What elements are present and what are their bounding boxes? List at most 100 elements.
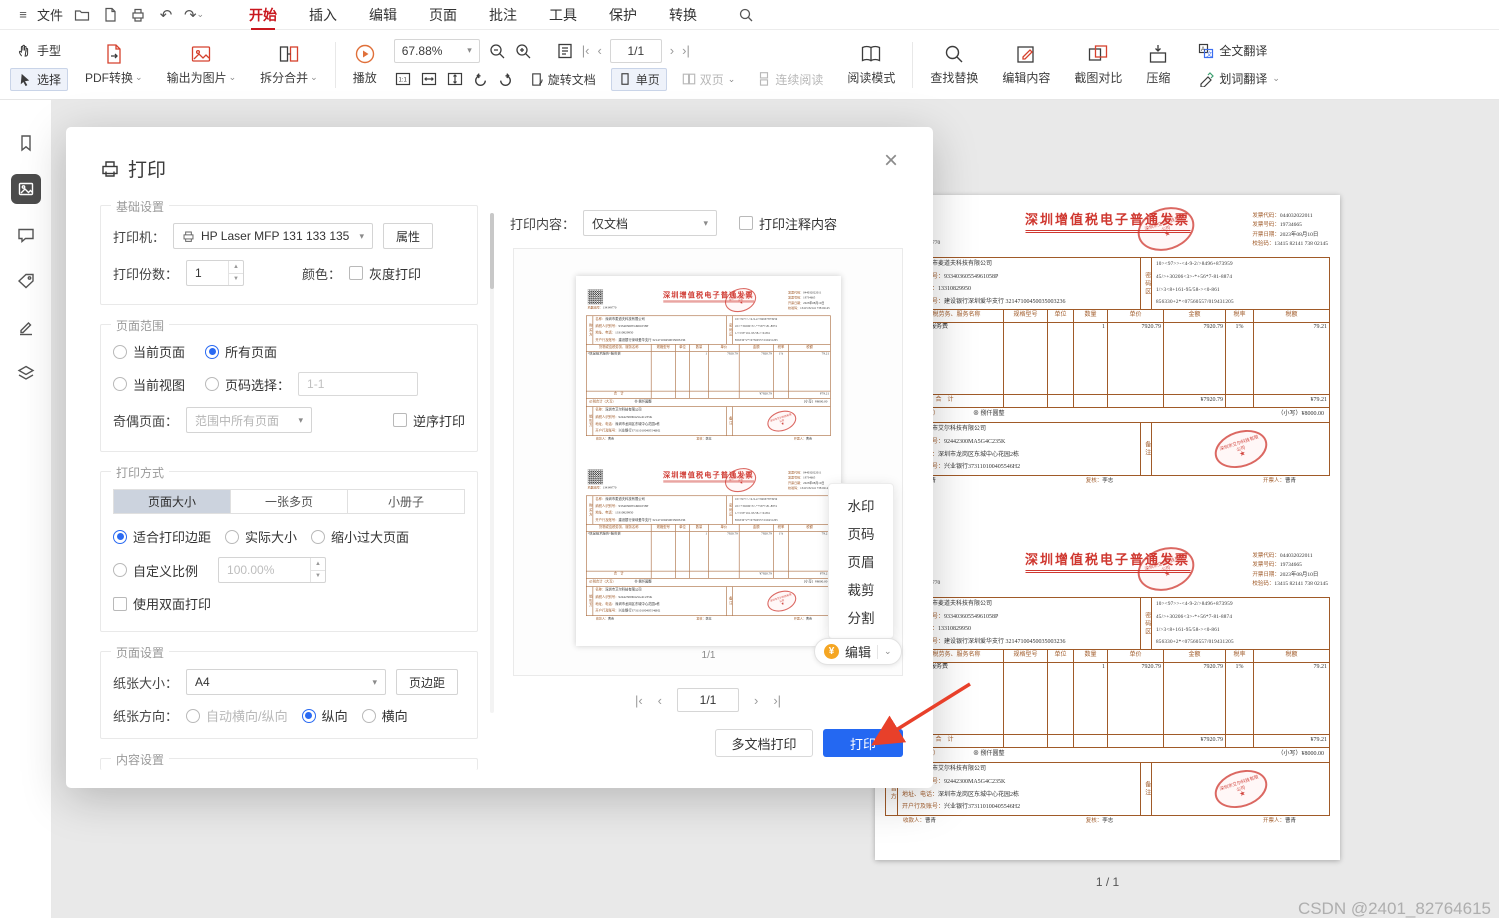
word-translate-button[interactable]: 划词翻译 ⌄ bbox=[1191, 67, 1287, 90]
page-select-radio[interactable] bbox=[205, 377, 220, 391]
prev-page-icon[interactable]: ‹ bbox=[658, 693, 662, 708]
print-content-select[interactable]: 仅文档 ▾ bbox=[583, 210, 718, 236]
rotate-document-button[interactable]: 旋转文档 bbox=[522, 68, 603, 91]
page-number-tool[interactable]: 页码 bbox=[829, 519, 893, 547]
next-page-icon[interactable]: › bbox=[670, 43, 674, 58]
sidebar-item-thumbnails[interactable] bbox=[10, 174, 41, 204]
spinner-arrows[interactable]: ▲ ▼ bbox=[228, 261, 244, 285]
scrollbar-thumb[interactable] bbox=[490, 213, 494, 289]
edit-content-button[interactable]: 编辑内容 bbox=[995, 43, 1057, 86]
screenshot-compare-button[interactable]: 截图对比 bbox=[1067, 43, 1129, 86]
fit-margin-radio[interactable] bbox=[113, 529, 127, 544]
auto-orientation-radio[interactable] bbox=[186, 708, 201, 723]
reverse-order-checkbox[interactable] bbox=[392, 413, 407, 427]
quick-print-icon[interactable] bbox=[129, 6, 147, 24]
sidebar-item-comments[interactable] bbox=[11, 220, 41, 250]
print-annotations-checkbox[interactable] bbox=[739, 216, 754, 230]
tab-annotate[interactable]: 批注 bbox=[489, 0, 517, 30]
edit-button[interactable]: ¥ 编辑 ⌄ bbox=[814, 638, 902, 665]
custom-scale-radio[interactable] bbox=[113, 563, 127, 577]
undo-icon[interactable]: ↶ bbox=[157, 6, 175, 24]
tab-edit[interactable]: 编辑 bbox=[369, 0, 397, 30]
tab-tools[interactable]: 工具 bbox=[549, 0, 577, 30]
actual-size-icon[interactable]: 1:1 bbox=[394, 70, 412, 88]
tab-multiple-per-sheet[interactable]: 一张多页 bbox=[231, 490, 348, 513]
odd-even-select[interactable]: 范围中所有页面 ▾ bbox=[186, 407, 313, 433]
tab-page-size[interactable]: 页面大小 bbox=[114, 490, 231, 513]
export-image-button[interactable]: 输出为图片 ⌄ bbox=[160, 43, 244, 86]
continuous-read-button[interactable]: 连续阅读 bbox=[750, 68, 830, 91]
select-tool-button[interactable]: 选择 bbox=[10, 67, 69, 91]
landscape-radio[interactable] bbox=[361, 708, 376, 723]
single-page-button[interactable]: 单页 bbox=[610, 67, 667, 91]
rotate-right-icon[interactable] bbox=[497, 71, 514, 88]
tab-booklet[interactable]: 小册子 bbox=[348, 490, 464, 513]
double-page-button[interactable]: 双页 ⌄ bbox=[675, 68, 743, 91]
copies-label: 打印份数： bbox=[113, 266, 179, 282]
split-tool[interactable]: 分割 bbox=[829, 603, 893, 631]
close-icon[interactable]: × bbox=[877, 147, 905, 175]
rotate-left-icon[interactable] bbox=[472, 71, 489, 88]
spinner-arrows[interactable]: ▲ ▼ bbox=[310, 558, 326, 582]
page-jump-icon[interactable] bbox=[556, 42, 574, 60]
sidebar-item-layers[interactable] bbox=[11, 358, 41, 388]
search-icon[interactable] bbox=[737, 6, 755, 24]
tab-convert[interactable]: 转换 bbox=[669, 0, 697, 30]
grayscale-checkbox[interactable] bbox=[349, 266, 364, 280]
duplex-checkbox[interactable] bbox=[113, 596, 127, 611]
split-merge-button[interactable]: 拆分合并 ⌄ bbox=[253, 43, 325, 86]
prev-page-icon[interactable]: ‹ bbox=[597, 43, 601, 58]
hand-tool-button[interactable]: 手型 bbox=[10, 39, 68, 62]
printer-properties-button[interactable]: 属性 bbox=[383, 223, 434, 249]
preview-page-input[interactable]: 1/1 bbox=[677, 688, 739, 712]
save-document-icon[interactable] bbox=[101, 6, 119, 24]
header-tool[interactable]: 页眉 bbox=[829, 547, 893, 575]
first-page-icon[interactable]: |‹ bbox=[635, 693, 643, 708]
last-page-icon[interactable]: ›| bbox=[682, 43, 690, 58]
file-menu[interactable]: ≡ 文件 bbox=[14, 5, 63, 24]
page-range-input[interactable]: 1-1 bbox=[298, 372, 419, 396]
redo-icon[interactable]: ↷ ⌄ bbox=[184, 6, 204, 24]
compress-button[interactable]: 压缩 bbox=[1139, 43, 1177, 86]
custom-scale-input[interactable]: 100.00% ▲ ▼ bbox=[218, 557, 327, 583]
pdf-convert-button[interactable]: PDF转换 ⌄ bbox=[78, 43, 150, 86]
page-margins-button[interactable]: 页边距 bbox=[396, 669, 459, 695]
tab-home[interactable]: 开始 bbox=[249, 0, 277, 30]
page-number-input[interactable]: 1/1 bbox=[609, 38, 662, 63]
last-page-icon[interactable]: ›| bbox=[773, 693, 781, 708]
sidebar-item-attachments[interactable] bbox=[11, 266, 41, 296]
portrait-radio[interactable] bbox=[301, 708, 316, 723]
first-page-icon[interactable]: |‹ bbox=[582, 43, 590, 58]
crop-tool[interactable]: 裁剪 bbox=[829, 575, 893, 603]
play-button[interactable]: 播放 bbox=[346, 43, 384, 86]
zoom-out-icon[interactable] bbox=[488, 42, 506, 60]
tab-insert[interactable]: 插入 bbox=[309, 0, 337, 30]
zoom-in-icon[interactable] bbox=[514, 42, 532, 60]
sidebar-item-bookmarks[interactable] bbox=[11, 128, 41, 158]
fit-width-icon[interactable] bbox=[420, 70, 438, 88]
sidebar-item-signature[interactable] bbox=[11, 312, 41, 342]
printer-select[interactable]: HP Laser MFP 131 133 135 ▾ bbox=[173, 223, 374, 249]
shrink-oversized-radio[interactable] bbox=[311, 529, 326, 544]
settings-scrollbar[interactable] bbox=[490, 213, 494, 713]
tab-protect[interactable]: 保护 bbox=[609, 0, 637, 30]
read-mode-button[interactable]: 阅读模式 bbox=[840, 43, 902, 86]
tab-page[interactable]: 页面 bbox=[429, 0, 457, 30]
zoom-select[interactable]: 67.88% ▾ bbox=[393, 38, 480, 63]
actual-size-radio[interactable] bbox=[225, 529, 240, 544]
fit-page-icon[interactable] bbox=[446, 70, 464, 88]
open-folder-icon[interactable] bbox=[73, 6, 91, 24]
watermark-tool[interactable]: 水印 bbox=[829, 491, 893, 519]
print-button[interactable]: 打印 bbox=[823, 729, 903, 757]
copies-input[interactable]: 1 ▲ ▼ bbox=[186, 260, 245, 286]
find-replace-button[interactable]: 查找替换 bbox=[923, 43, 985, 86]
current-page-radio[interactable] bbox=[113, 344, 127, 359]
current-view-radio[interactable] bbox=[113, 377, 127, 391]
next-page-icon[interactable]: › bbox=[754, 693, 758, 708]
invoice-password-area: 10><97>>-<4-9-2/>8496+873959 45/>+30206<… bbox=[1156, 261, 1234, 306]
multi-document-print-button[interactable]: 多文档打印 bbox=[715, 729, 813, 757]
full-translate-button[interactable]: A文 全文翻译 bbox=[1191, 39, 1287, 62]
all-pages-radio[interactable] bbox=[205, 344, 220, 359]
paper-size-select[interactable]: A4 ▾ bbox=[186, 669, 387, 695]
invoice-total-row: 合 计 ¥7920.79 ¥79.21 bbox=[886, 395, 1329, 408]
